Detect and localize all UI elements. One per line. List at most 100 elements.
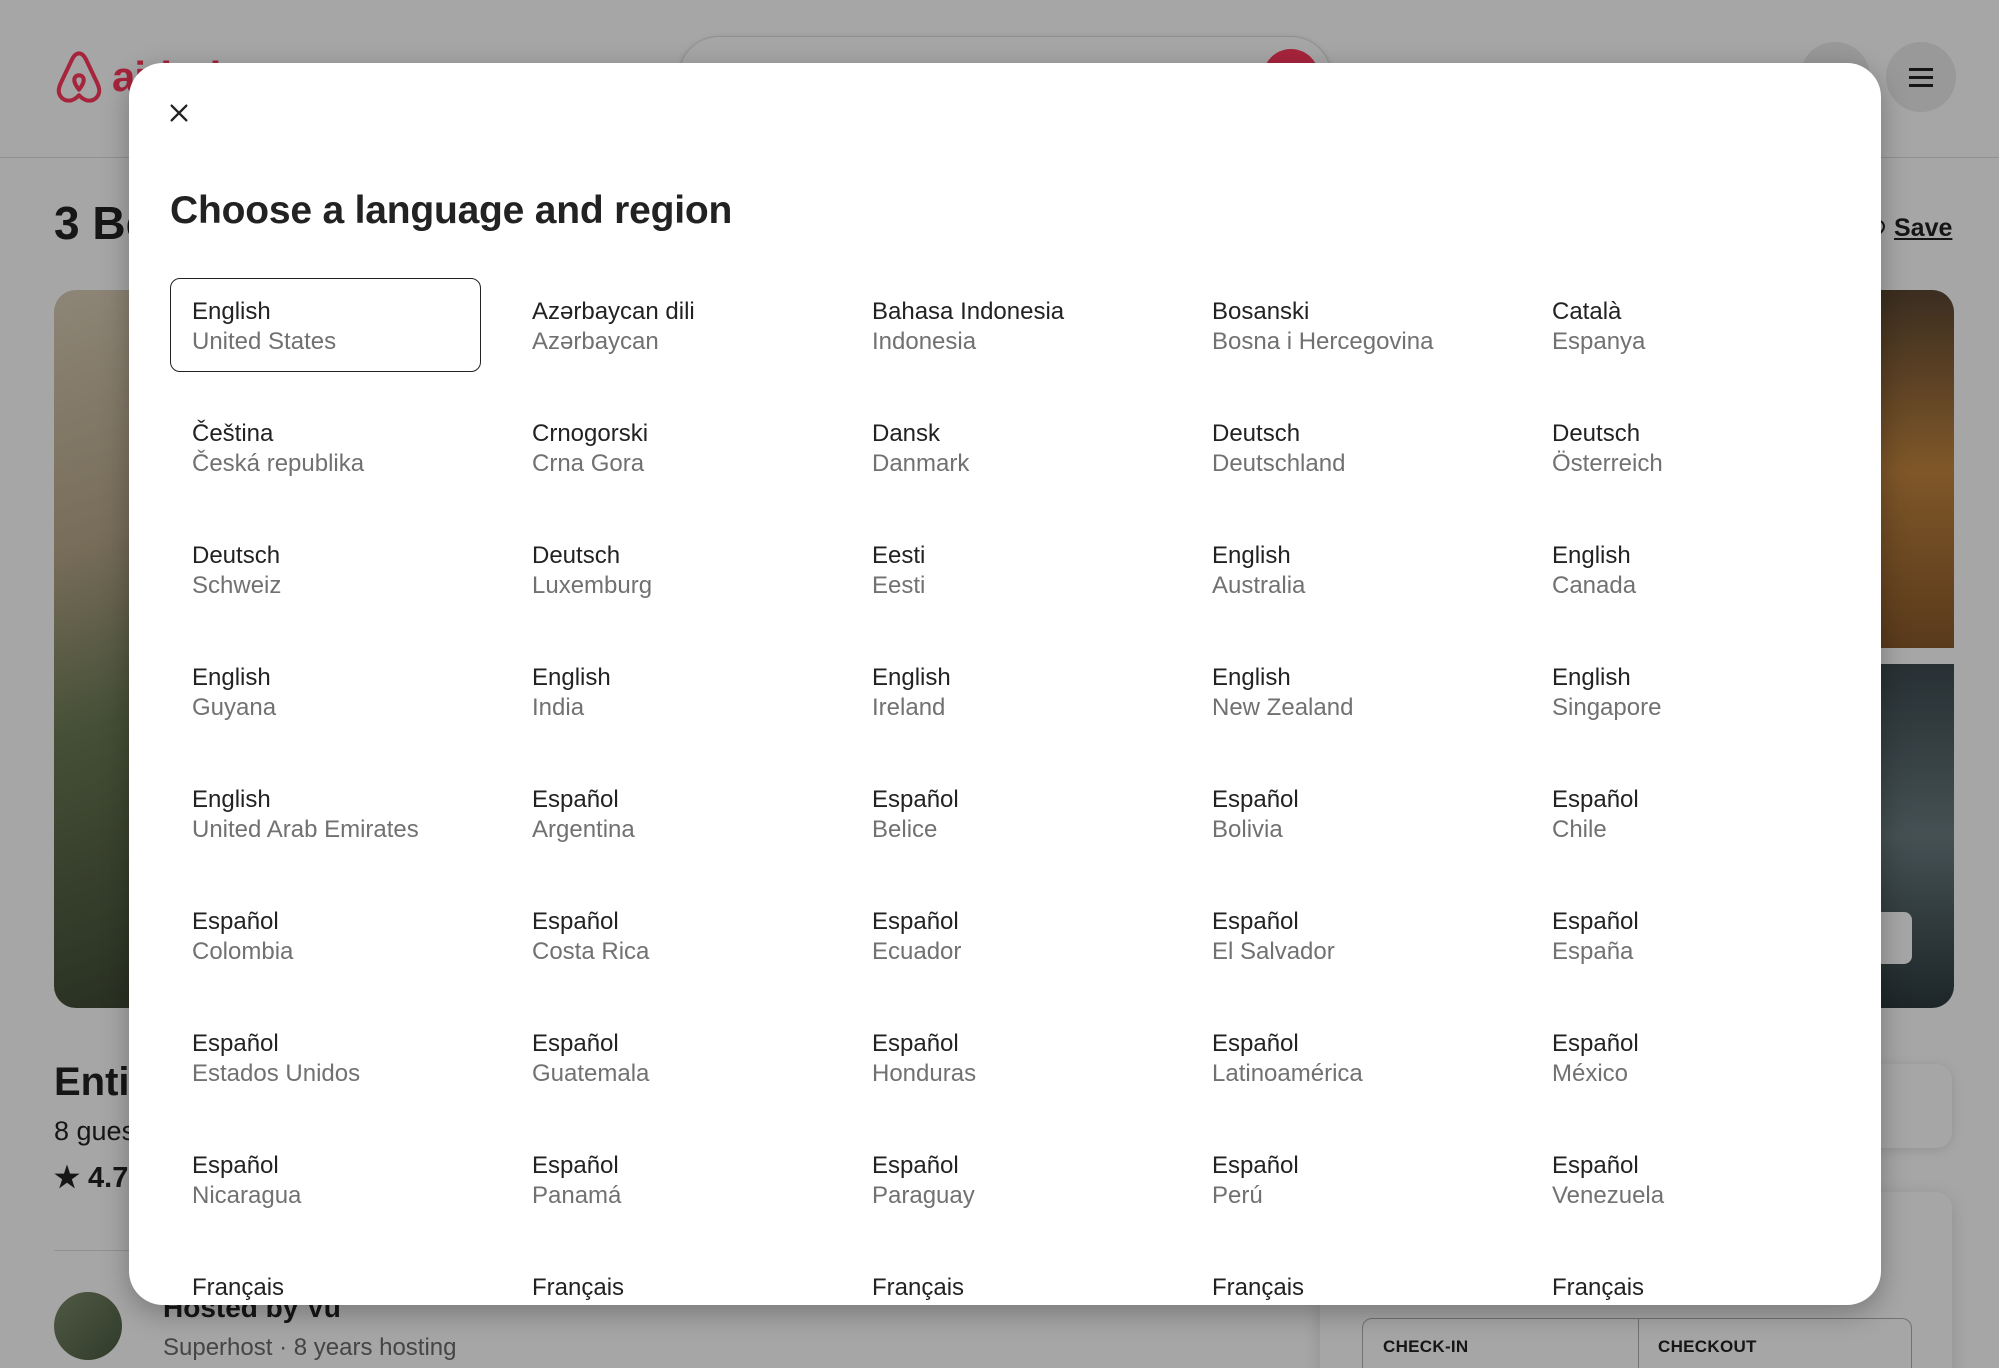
language-name: Español bbox=[872, 1030, 959, 1057]
language-option[interactable]: English Australia bbox=[1190, 522, 1501, 616]
close-button[interactable] bbox=[153, 87, 205, 139]
language-name: Español bbox=[532, 1152, 619, 1179]
language-option[interactable]: Bosanski Bosna i Hercegovina bbox=[1190, 278, 1501, 372]
language-region: Eesti bbox=[872, 572, 926, 599]
language-option[interactable]: English India bbox=[510, 644, 821, 738]
language-option[interactable]: Eesti Eesti bbox=[850, 522, 1161, 616]
language-option[interactable]: Español Costa Rica bbox=[510, 888, 821, 982]
language-name: English bbox=[192, 664, 271, 691]
language-name: Català bbox=[1552, 298, 1622, 325]
language-option[interactable]: Català Espanya bbox=[1530, 278, 1841, 372]
language-name: Français bbox=[192, 1274, 285, 1301]
language-name: Deutsch bbox=[1552, 420, 1641, 447]
language-name: English bbox=[192, 786, 271, 813]
language-name: Español bbox=[872, 786, 959, 813]
language-option[interactable]: Dansk Danmark bbox=[850, 400, 1161, 494]
language-option[interactable]: Čeština Česká republika bbox=[170, 400, 481, 494]
language-region: Bosna i Hercegovina bbox=[1212, 328, 1434, 355]
language-option[interactable]: Français bbox=[170, 1254, 481, 1305]
language-option[interactable]: Français bbox=[850, 1254, 1161, 1305]
language-option[interactable]: Español Bolivia bbox=[1190, 766, 1501, 860]
language-name: Español bbox=[1552, 786, 1639, 813]
language-name: Français bbox=[1552, 1274, 1645, 1301]
language-name: Crnogorski bbox=[532, 420, 649, 447]
language-option[interactable]: Español Ecuador bbox=[850, 888, 1161, 982]
language-region: Danmark bbox=[872, 450, 970, 477]
modal-title: Choose a language and region bbox=[170, 189, 733, 232]
language-region: Česká republika bbox=[192, 450, 365, 477]
language-option[interactable]: Español Panamá bbox=[510, 1132, 821, 1226]
language-region: Perú bbox=[1212, 1182, 1263, 1209]
language-option[interactable]: English United States bbox=[170, 278, 481, 372]
language-option[interactable]: Azərbaycan dili Azərbaycan bbox=[510, 278, 821, 372]
language-option[interactable]: English Guyana bbox=[170, 644, 481, 738]
language-option[interactable]: Español Estados Unidos bbox=[170, 1010, 481, 1104]
language-option[interactable]: Español El Salvador bbox=[1190, 888, 1501, 982]
language-option[interactable]: Español Nicaragua bbox=[170, 1132, 481, 1226]
language-option[interactable]: Español Paraguay bbox=[850, 1132, 1161, 1226]
language-region: India bbox=[532, 694, 585, 721]
language-option[interactable]: Español México bbox=[1530, 1010, 1841, 1104]
language-option[interactable]: Bahasa Indonesia Indonesia bbox=[850, 278, 1161, 372]
language-option[interactable]: Français bbox=[1530, 1254, 1841, 1305]
language-option[interactable]: English Singapore bbox=[1530, 644, 1841, 738]
language-name: English bbox=[192, 298, 271, 325]
language-region: Singapore bbox=[1552, 694, 1662, 721]
language-region: Latinoamérica bbox=[1212, 1060, 1363, 1087]
language-option[interactable]: Español Colombia bbox=[170, 888, 481, 982]
language-name: Français bbox=[872, 1274, 965, 1301]
language-option[interactable]: Français bbox=[510, 1254, 821, 1305]
language-option[interactable]: English New Zealand bbox=[1190, 644, 1501, 738]
language-option[interactable]: English Canada bbox=[1530, 522, 1841, 616]
language-region: Ecuador bbox=[872, 938, 962, 965]
language-option[interactable]: Español Argentina bbox=[510, 766, 821, 860]
language-name: Español bbox=[1552, 1030, 1639, 1057]
language-option[interactable]: Deutsch Deutschland bbox=[1190, 400, 1501, 494]
language-option[interactable]: Deutsch Luxemburg bbox=[510, 522, 821, 616]
language-region: Argentina bbox=[532, 816, 635, 843]
language-option[interactable]: Español Perú bbox=[1190, 1132, 1501, 1226]
language-name: Español bbox=[192, 1152, 279, 1179]
language-name: Deutsch bbox=[532, 542, 621, 569]
language-name: Français bbox=[532, 1274, 625, 1301]
close-icon bbox=[170, 104, 188, 122]
language-name: Español bbox=[872, 908, 959, 935]
language-name: Español bbox=[1212, 1030, 1299, 1057]
language-option[interactable]: Español Belice bbox=[850, 766, 1161, 860]
language-name: Español bbox=[1212, 908, 1299, 935]
language-region: New Zealand bbox=[1212, 694, 1354, 721]
language-name: Español bbox=[1552, 908, 1639, 935]
language-option[interactable]: Español Venezuela bbox=[1530, 1132, 1841, 1226]
language-name: English bbox=[1212, 664, 1291, 691]
language-name: Čeština bbox=[192, 420, 274, 447]
language-name: Deutsch bbox=[192, 542, 281, 569]
language-region: Chile bbox=[1552, 816, 1607, 843]
language-name: Español bbox=[1212, 786, 1299, 813]
language-region: Honduras bbox=[872, 1060, 977, 1087]
language-name: Español bbox=[532, 1030, 619, 1057]
language-region: Paraguay bbox=[872, 1182, 975, 1209]
language-region: United Arab Emirates bbox=[192, 816, 419, 843]
language-option[interactable]: English Ireland bbox=[850, 644, 1161, 738]
language-region: Schweiz bbox=[192, 572, 282, 599]
language-region: Deutschland bbox=[1212, 450, 1346, 477]
language-option[interactable]: Crnogorski Crna Gora bbox=[510, 400, 821, 494]
language-option[interactable]: Deutsch Schweiz bbox=[170, 522, 481, 616]
language-name: English bbox=[872, 664, 951, 691]
language-grid: English United States Azərbaycan dili Azərb… bbox=[170, 278, 1840, 1305]
language-region: Bolivia bbox=[1212, 816, 1283, 843]
language-option[interactable]: Español Honduras bbox=[850, 1010, 1161, 1104]
language-option[interactable]: Español Latinoamérica bbox=[1190, 1010, 1501, 1104]
language-option[interactable]: English United Arab Emirates bbox=[170, 766, 481, 860]
language-option[interactable]: Español Chile bbox=[1530, 766, 1841, 860]
language-region: Estados Unidos bbox=[192, 1060, 361, 1087]
language-option[interactable]: Español Guatemala bbox=[510, 1010, 821, 1104]
language-option[interactable]: Español España bbox=[1530, 888, 1841, 982]
language-region: Azərbaycan bbox=[532, 328, 659, 355]
language-name: Español bbox=[532, 786, 619, 813]
language-option[interactable]: Deutsch Österreich bbox=[1530, 400, 1841, 494]
language-option[interactable]: Français bbox=[1190, 1254, 1501, 1305]
language-name: Eesti bbox=[872, 542, 926, 569]
language-name: English bbox=[1212, 542, 1291, 569]
language-name: Español bbox=[532, 908, 619, 935]
